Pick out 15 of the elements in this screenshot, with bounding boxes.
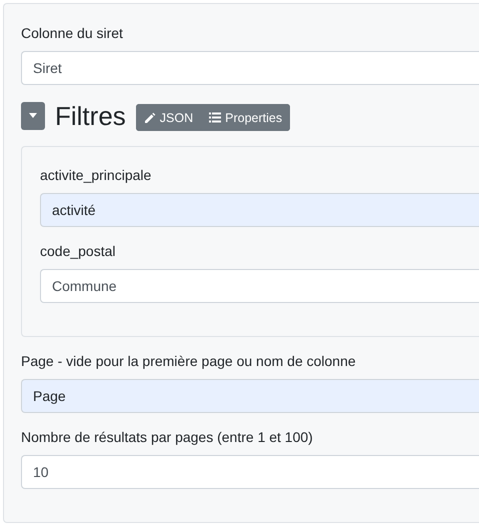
input-field[interactable]: Siret xyxy=(21,51,479,85)
input-field[interactable]: 10 xyxy=(21,455,479,489)
section-title: Filtres xyxy=(55,100,126,130)
input-field[interactable]: Page xyxy=(21,379,479,413)
field-label: activite_principale xyxy=(40,166,152,184)
field-label: Colonne du siret xyxy=(21,24,124,42)
field-label: Nombre de résultats par pages (entre 1 et 100) xyxy=(21,428,314,446)
list-icon xyxy=(209,112,222,123)
caret-icon xyxy=(29,113,37,118)
pencil-icon xyxy=(144,112,156,124)
input-field[interactable]: Commune xyxy=(40,269,479,303)
field-label: Page - vide pour la première page ou nom de colonne xyxy=(21,352,357,370)
collapse-toggle[interactable] xyxy=(21,102,45,130)
field-label: code_postal xyxy=(40,242,117,260)
input-field[interactable]: activité xyxy=(40,193,479,227)
